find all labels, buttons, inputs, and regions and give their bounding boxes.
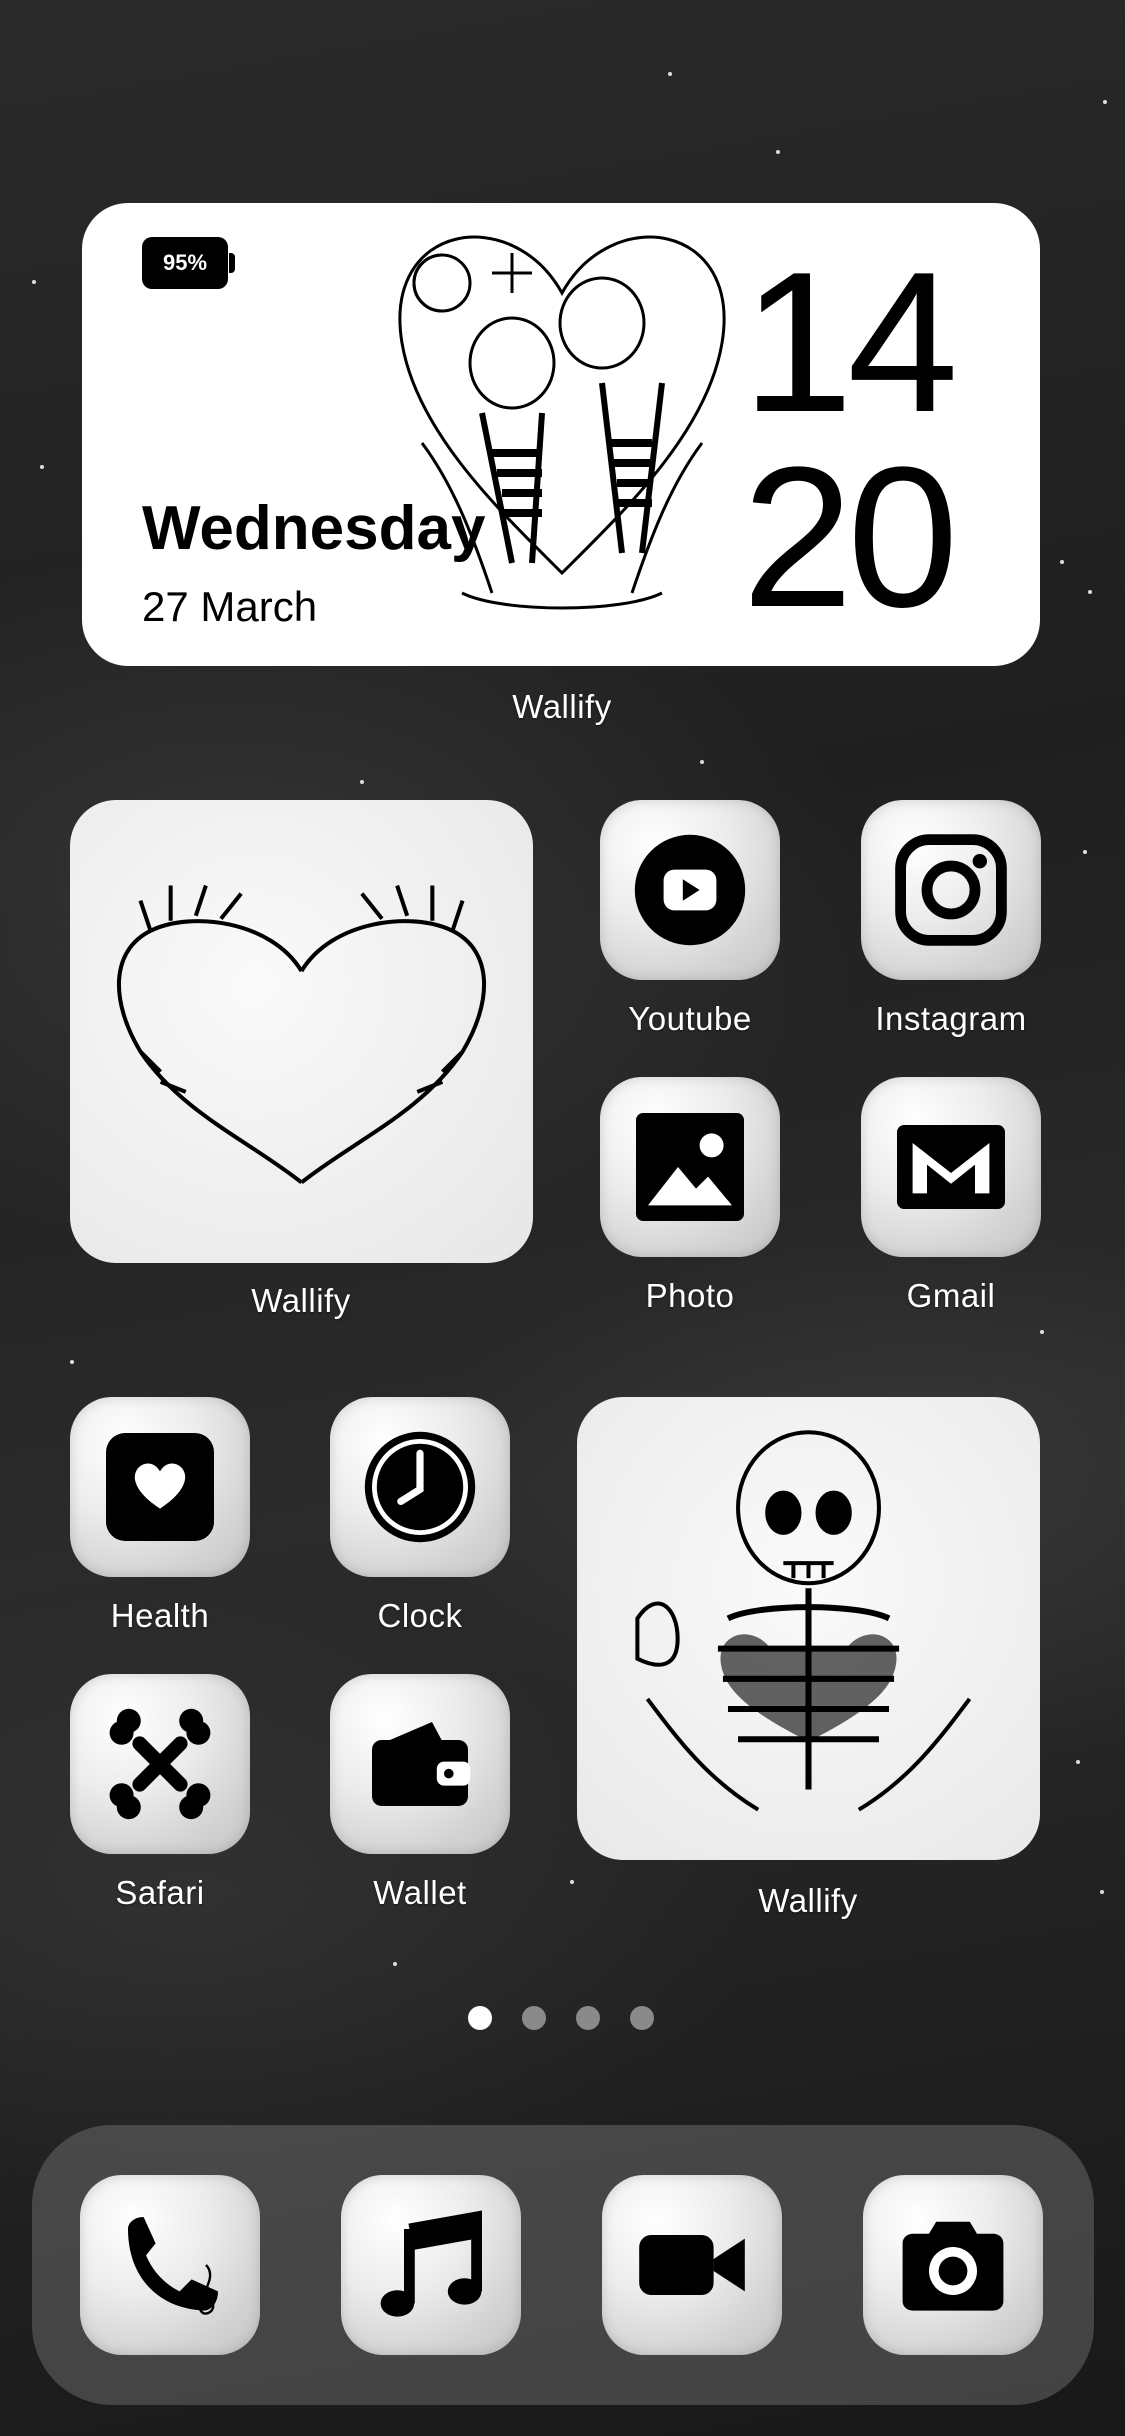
instagram-icon	[895, 834, 1007, 946]
health-app[interactable]	[70, 1397, 250, 1577]
camera-icon	[902, 2221, 1004, 2311]
youtube-label: Youtube	[628, 1000, 752, 1037]
image-icon	[636, 1113, 744, 1221]
wallet-app[interactable]	[330, 1674, 510, 1854]
clock-hour: 14	[742, 231, 958, 454]
skeleton-hugging-heart-illustration	[635, 1430, 972, 1812]
gmail-label: Gmail	[906, 1277, 996, 1314]
facetime-app[interactable]	[602, 2175, 782, 2355]
heart-icon	[106, 1433, 214, 1541]
gmail-icon	[897, 1125, 1005, 1209]
photo-widget-hands-label: Wallify	[251, 1282, 351, 1319]
wallet-icon	[372, 1722, 471, 1806]
page-dot-3[interactable]	[576, 2006, 600, 2030]
instagram-label: Instagram	[875, 1000, 1027, 1037]
crossbones-icon	[109, 1708, 211, 1820]
health-label: Health	[110, 1597, 210, 1634]
battery-badge: 95%	[142, 237, 228, 289]
photo-widget-skeleton[interactable]	[577, 1397, 1040, 1860]
clock-label: Clock	[377, 1597, 463, 1634]
video-camera-icon	[639, 2235, 745, 2295]
phone-app[interactable]	[80, 2175, 260, 2355]
photo-app[interactable]	[600, 1077, 780, 1257]
safari-app[interactable]	[70, 1674, 250, 1854]
instagram-app[interactable]	[861, 800, 1041, 980]
clock-widget[interactable]: 95% Wednesday 27 March 14 20	[82, 203, 1040, 666]
youtube-app[interactable]	[600, 800, 780, 980]
youtube-icon	[634, 834, 746, 946]
phone-icon	[128, 2217, 218, 2315]
skeleton-hands-heart-illustration	[116, 884, 487, 1185]
skeleton-couple-illustration	[398, 235, 726, 610]
page-dot-2[interactable]	[522, 2006, 546, 2030]
camera-app[interactable]	[863, 2175, 1043, 2355]
clock-icon	[364, 1431, 476, 1543]
gmail-app[interactable]	[861, 1077, 1041, 1257]
date-text: 27 March	[142, 583, 318, 630]
clock-widget-label: Wallify	[512, 688, 612, 725]
clock-app[interactable]	[330, 1397, 510, 1577]
photo-widget-skeleton-label: Wallify	[758, 1882, 858, 1919]
clock-minute: 20	[742, 426, 958, 649]
page-dot-1[interactable]	[468, 2006, 492, 2030]
battery-percent: 95%	[162, 250, 208, 275]
page-dot-4[interactable]	[630, 2006, 654, 2030]
music-app[interactable]	[341, 2175, 521, 2355]
music-icon	[380, 2210, 482, 2317]
safari-label: Safari	[115, 1874, 205, 1911]
day-name: Wednesday	[142, 494, 486, 563]
wallet-label: Wallet	[373, 1874, 467, 1911]
photo-widget-hands[interactable]	[70, 800, 533, 1263]
battery-tip	[229, 253, 235, 273]
photo-label: Photo	[645, 1277, 735, 1314]
